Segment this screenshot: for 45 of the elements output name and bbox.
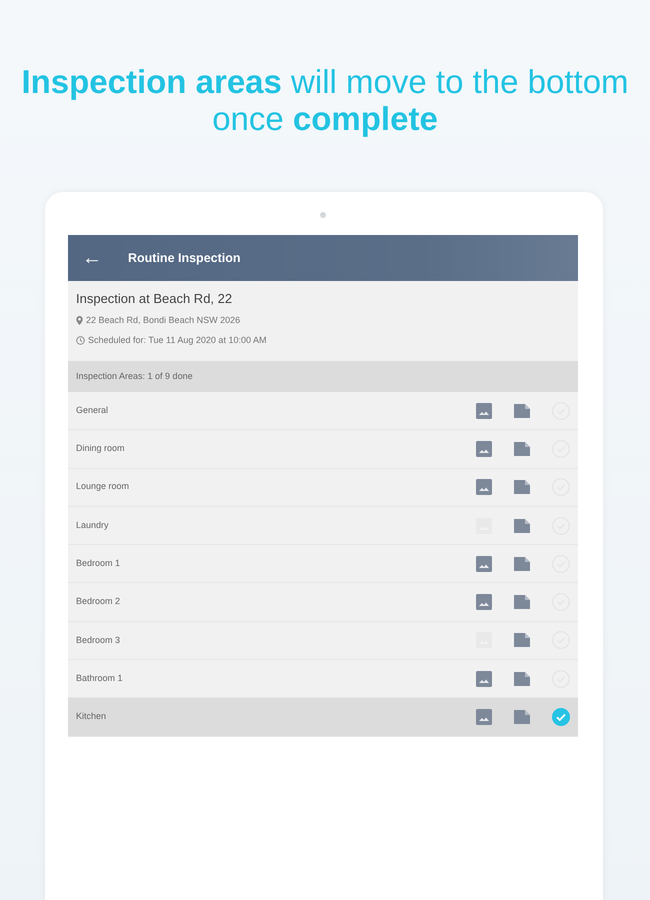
- note-icon[interactable]: [514, 633, 530, 648]
- clock-icon: [76, 336, 85, 346]
- back-button[interactable]: ←: [82, 248, 128, 268]
- area-name: Laundry: [76, 518, 110, 532]
- checkmark-icon[interactable]: [552, 708, 570, 726]
- note-icon[interactable]: [514, 672, 530, 686]
- area-row[interactable]: Bedroom 1: [68, 545, 578, 584]
- area-name: Dining room: [76, 442, 126, 456]
- area-row[interactable]: Bedroom 3: [68, 622, 578, 660]
- area-name: Lounge room: [76, 480, 130, 494]
- note-icon[interactable]: [514, 442, 530, 456]
- area-row[interactable]: Laundry: [68, 506, 578, 546]
- photo-icon[interactable]: [476, 556, 492, 572]
- photo-icon[interactable]: [476, 709, 492, 726]
- inspection-title: Inspection at Beach Rd, 22: [76, 290, 234, 308]
- headline: Inspection areas will move to the bottom once complete: [20, 62, 630, 139]
- note-icon[interactable]: [514, 556, 530, 571]
- area-name: Bathroom 1: [76, 672, 124, 685]
- note-icon[interactable]: [514, 480, 530, 494]
- area-row[interactable]: Kitchen: [68, 698, 578, 737]
- photo-icon[interactable]: [476, 670, 492, 687]
- area-name: Bedroom 2: [76, 595, 122, 608]
- address-text: 22 Beach Rd, Bondi Beach NSW 2026: [86, 314, 240, 326]
- note-icon[interactable]: [514, 710, 530, 724]
- area-row[interactable]: Lounge room: [68, 468, 578, 507]
- area-row[interactable]: Bedroom 2: [68, 583, 578, 622]
- note-icon[interactable]: [514, 404, 530, 418]
- area-row[interactable]: Dining room: [68, 430, 578, 469]
- photo-icon[interactable]: [476, 440, 492, 457]
- section-header: Inspection Areas: 1 of 9 done: [68, 360, 578, 392]
- photo-icon[interactable]: [476, 402, 492, 419]
- area-name: Bedroom 1: [76, 557, 122, 570]
- area-row[interactable]: Bathroom 1: [68, 660, 578, 698]
- camera-dot: [320, 212, 326, 218]
- photo-icon[interactable]: [476, 479, 492, 496]
- area-row[interactable]: General: [68, 392, 578, 430]
- note-icon[interactable]: [514, 518, 530, 533]
- location-pin-icon: [76, 316, 83, 325]
- note-icon[interactable]: [514, 595, 530, 610]
- area-name: General: [76, 404, 110, 417]
- area-name: Bedroom 3: [76, 634, 122, 647]
- scheduled-text: Scheduled for: Tue 11 Aug 2020 at 10:00 AM: [88, 334, 266, 347]
- area-name: Kitchen: [76, 710, 108, 724]
- screen-title: Routine Inspection: [128, 250, 240, 267]
- photo-icon[interactable]: [476, 594, 492, 610]
